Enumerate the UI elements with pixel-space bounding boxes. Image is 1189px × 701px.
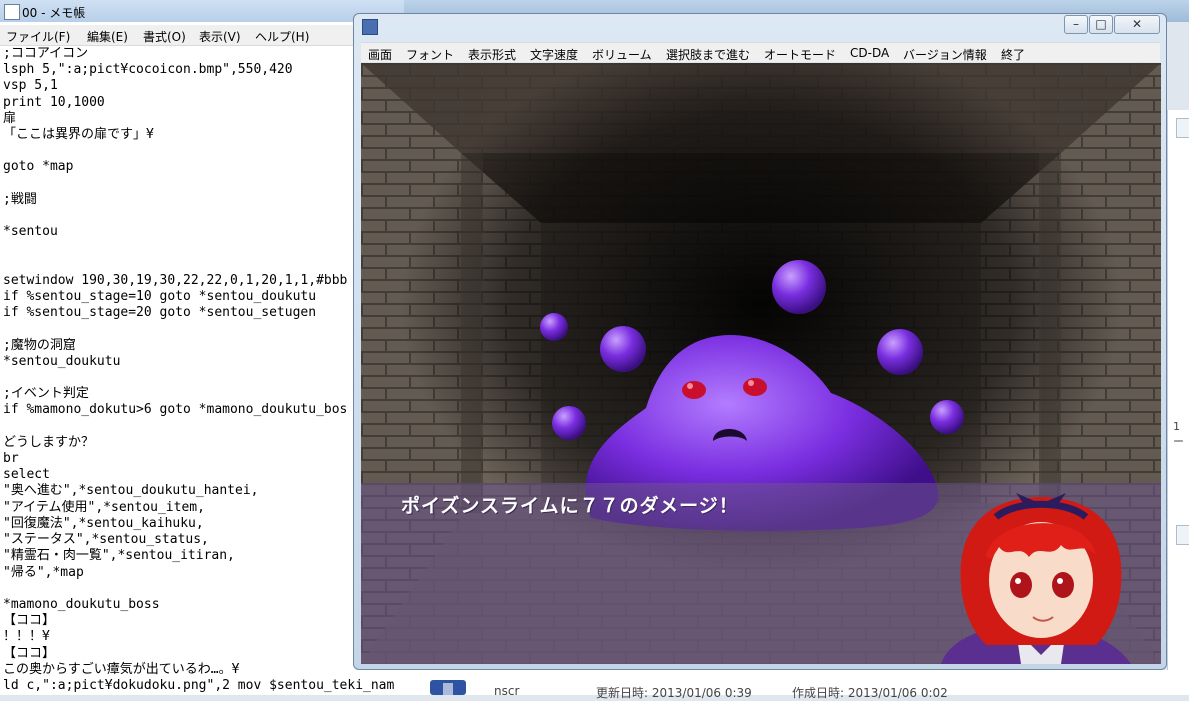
menu-edit[interactable]: 編集(E) [87,28,128,45]
game-menu-bar: 画面 フォント 表示形式 文字速度 ボリューム 選択肢まで進む オートモード C… [361,42,1160,62]
notepad-text-area[interactable]: ;ココアイコン lsph 5,":a;pict¥cocoicon.bmp",55… [3,46,403,695]
slime-bubble [552,406,586,440]
file-name: nscr [494,684,520,698]
notepad-title-bar[interactable]: 00 - メモ帳 [0,0,404,22]
slime-bubble [540,313,568,341]
game-canvas[interactable]: ポイズンスライムに７７のダメージ！ [361,63,1161,664]
game-menu-auto-mode[interactable]: オートモード [764,46,836,63]
game-menu-volume[interactable]: ボリューム [592,46,652,63]
slime-bubble [600,326,646,372]
menu-file[interactable]: ファイル(F) [6,28,70,45]
game-menu-screen[interactable]: 画面 [368,46,392,63]
game-window: – □ ✕ 画面 フォント 表示形式 文字速度 ボリューム 選択肢まで進む オー… [353,13,1167,670]
file-icon [430,680,466,695]
explorer-pane: 1ー [1167,110,1189,670]
slime-eye [682,381,706,399]
character-portrait [941,493,1131,664]
notepad-app-icon [4,4,20,20]
game-menu-font[interactable]: フォント [406,46,454,63]
notepad-title: 00 - メモ帳 [22,6,86,20]
game-menu-exit[interactable]: 終了 [1001,46,1025,63]
created-date: 作成日時: 2013/01/06 0:02 [792,686,948,700]
slime-eye [743,378,767,396]
menu-format[interactable]: 書式(O) [143,28,186,45]
notepad-window: 00 - メモ帳 ファイル(F) 編集(E) 書式(O) 表示(V) ヘルプ(H… [0,0,404,695]
game-menu-text-speed[interactable]: 文字速度 [530,46,578,63]
game-app-icon [362,19,378,35]
explorer-scroll-button[interactable] [1176,525,1189,545]
game-menu-cd-da[interactable]: CD-DA [850,46,889,60]
menu-view[interactable]: 表示(V) [199,28,241,45]
close-button[interactable]: ✕ [1114,15,1160,34]
game-menu-skip-to-choice[interactable]: 選択肢まで進む [666,46,750,63]
explorer-scroll-button[interactable] [1176,118,1189,138]
minimize-button[interactable]: – [1064,15,1088,34]
notepad-menu-bar: ファイル(F) 編集(E) 書式(O) 表示(V) ヘルプ(H) [0,25,404,46]
game-menu-display-format[interactable]: 表示形式 [468,46,516,63]
game-menu-version-info[interactable]: バージョン情報 [903,46,987,63]
modified-date: 更新日時: 2013/01/06 0:39 [596,686,752,700]
explorer-details-pane: nscr 更新日時: 2013/01/06 0:39 作成日時: 2013/01… [404,670,1189,700]
slime-bubble [772,260,826,314]
maximize-button[interactable]: □ [1089,15,1113,34]
battle-message: ポイズンスライムに７７のダメージ！ [401,495,739,517]
slime-bubble [877,329,923,375]
slime-bubble [930,400,964,434]
explorer-side-label: 1ー [1173,420,1184,448]
menu-help[interactable]: ヘルプ(H) [255,28,309,45]
